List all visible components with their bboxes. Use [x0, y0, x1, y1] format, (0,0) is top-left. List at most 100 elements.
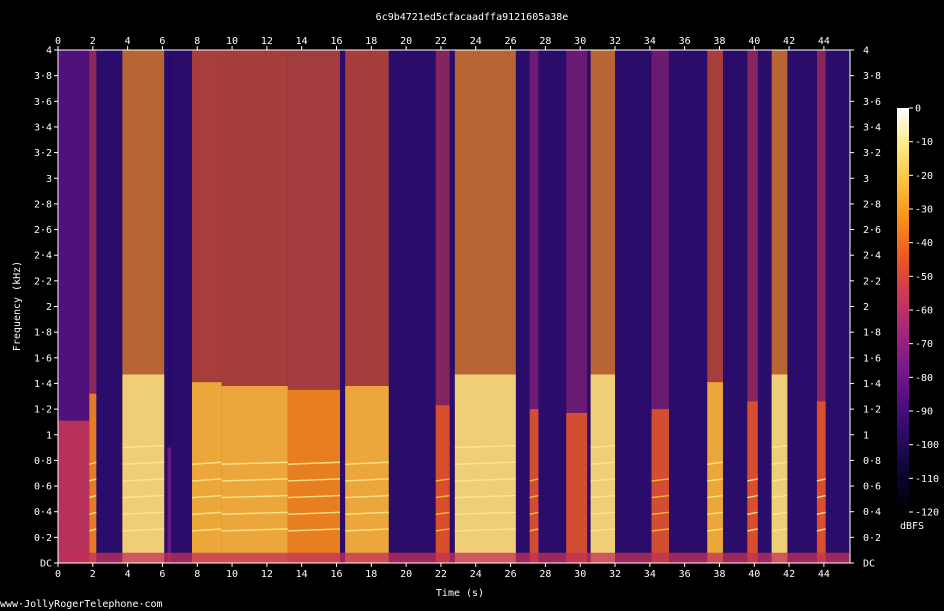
y-tick-label-left: 1 — [46, 430, 52, 441]
colorbar-tick-label: -90 — [915, 407, 933, 418]
y-tick-label-left: 1·6 — [34, 353, 52, 364]
segment-low-band — [167, 447, 172, 563]
x-tick-label-bottom: 22 — [435, 569, 447, 580]
x-tick-label-top: 38 — [713, 36, 725, 47]
colorbar-tick-label: -60 — [915, 306, 933, 317]
x-tick-label-bottom: 44 — [818, 569, 830, 580]
x-tick-label-bottom: 36 — [679, 569, 691, 580]
segment-11 — [566, 50, 588, 563]
y-tick-label-left: DC — [40, 559, 52, 570]
y-tick-label-left: 2·8 — [34, 199, 52, 210]
colorbar-tick-label: -70 — [915, 339, 933, 350]
y-tick-label-right: 4 — [863, 46, 869, 57]
x-tick-label-bottom: 6 — [159, 569, 165, 580]
x-tick-label-bottom: 0 — [55, 569, 61, 580]
y-axis-label: Frequency (kHz) — [12, 261, 23, 351]
y-tick-label-right: 0·2 — [863, 533, 881, 544]
x-tick-label-top: 42 — [783, 36, 795, 47]
y-tick-label-left: 2·4 — [34, 251, 52, 262]
segment-low-band — [566, 412, 588, 563]
x-tick-label-top: 28 — [539, 36, 551, 47]
y-tick-label-right: 1·6 — [863, 353, 881, 364]
segment-4 — [192, 50, 222, 563]
x-tick-label-bottom: 12 — [261, 569, 273, 580]
y-tick-label-right: 2·6 — [863, 225, 881, 236]
x-tick-label-bottom: 2 — [90, 569, 96, 580]
colorbar-tick-label: -40 — [915, 238, 933, 249]
segment-low-band — [435, 405, 450, 563]
x-tick-label-top: 8 — [194, 36, 200, 47]
colorbar-tick-label: -10 — [915, 137, 933, 148]
segment-low-band — [221, 386, 288, 563]
y-tick-label-left: 3·2 — [34, 148, 52, 159]
y-tick-label-left: 1·8 — [34, 328, 52, 339]
x-tick-label-bottom: 40 — [748, 569, 760, 580]
x-tick-label-top: 30 — [574, 36, 586, 47]
x-tick-label-bottom: 18 — [365, 569, 377, 580]
y-tick-label-right: 0·4 — [863, 507, 881, 518]
colorbar-tick-label: -110 — [915, 474, 939, 485]
x-tick-label-top: 12 — [261, 36, 273, 47]
segment-low-band — [529, 409, 539, 563]
segment-low-band — [58, 420, 90, 563]
x-tick-label-bottom: 32 — [609, 569, 621, 580]
y-tick-label-right: 1·8 — [863, 328, 881, 339]
segment-low-band — [454, 374, 516, 563]
colorbar-label: dBFS — [900, 521, 924, 532]
y-tick-label-right: 0·8 — [863, 456, 881, 467]
colorbar-tick-label: -30 — [915, 205, 933, 216]
y-tick-label-left: 0·8 — [34, 456, 52, 467]
segment-14 — [707, 50, 723, 563]
x-tick-label-bottom: 24 — [470, 569, 482, 580]
segment-15 — [747, 50, 758, 563]
y-tick-label-right: 2·2 — [863, 276, 881, 287]
x-tick-label-bottom: 14 — [296, 569, 308, 580]
x-tick-label-top: 32 — [609, 36, 621, 47]
y-tick-label-right: 3·4 — [863, 122, 881, 133]
y-tick-label-right: 2·8 — [863, 199, 881, 210]
y-tick-label-left: 3·8 — [34, 71, 52, 82]
x-tick-label-bottom: 20 — [400, 569, 412, 580]
x-tick-label-bottom: 42 — [783, 569, 795, 580]
segment-low-band — [287, 389, 340, 563]
segment-1 — [89, 50, 97, 563]
segment-3 — [167, 50, 172, 563]
footer-watermark: www·JollyRogerTelephone·com — [0, 599, 163, 610]
segment-low-band — [747, 401, 758, 563]
y-tick-label-right: 1·4 — [863, 379, 881, 390]
segment-low-band — [771, 374, 788, 563]
x-tick-label-bottom: 26 — [505, 569, 517, 580]
y-tick-label-left: 3·6 — [34, 97, 52, 108]
segment-16 — [771, 50, 788, 563]
x-tick-label-top: 24 — [470, 36, 482, 47]
y-tick-label-right: 2 — [863, 302, 869, 313]
y-tick-label-right: 3·8 — [863, 71, 881, 82]
y-tick-label-right: 3·2 — [863, 148, 881, 159]
x-tick-label-top: 6 — [159, 36, 165, 47]
x-tick-label-top: 4 — [125, 36, 131, 47]
x-tick-label-top: 0 — [55, 36, 61, 47]
segment-0 — [58, 50, 90, 563]
segment-8 — [435, 50, 450, 563]
y-tick-label-left: 0·4 — [34, 507, 52, 518]
y-tick-label-left: 3 — [46, 174, 52, 185]
y-axis-right: DC 0·2 0·4 0·6 0·8 1 1·2 1·4 1·6 1·8 2 2·2 2·4 2·6 2·8… — [850, 46, 881, 570]
y-tick-label-left: 0·6 — [34, 482, 52, 493]
colorbar-tick-label: -100 — [915, 440, 939, 451]
colorbar-ticks: 0 -10 -20 -30 -40 -50 -60 -70 -80 -90 -100 -110 -120 — [909, 104, 939, 519]
segment-low-band — [651, 409, 669, 563]
x-tick-label-top: 40 — [748, 36, 760, 47]
x-tick-label-bottom: 8 — [194, 569, 200, 580]
x-tick-label-top: 44 — [818, 36, 830, 47]
x-tick-label-bottom: 10 — [226, 569, 238, 580]
x-tick-label-top: 16 — [330, 36, 342, 47]
y-tick-label-right: 1·2 — [863, 405, 881, 416]
x-tick-label-bottom: 34 — [644, 569, 656, 580]
dc-floor-band — [58, 552, 850, 563]
y-tick-label-left: 1·2 — [34, 405, 52, 416]
colorbar-tick-label: -80 — [915, 373, 933, 384]
spectrogram-chart: 6c9b4721ed5cfacaadffa9121605a38e 0 2 4 6 8 10… — [0, 12, 939, 610]
colorbar-tick-label: 0 — [915, 104, 921, 115]
segment-low-band — [345, 386, 389, 563]
x-tick-label-top: 10 — [226, 36, 238, 47]
